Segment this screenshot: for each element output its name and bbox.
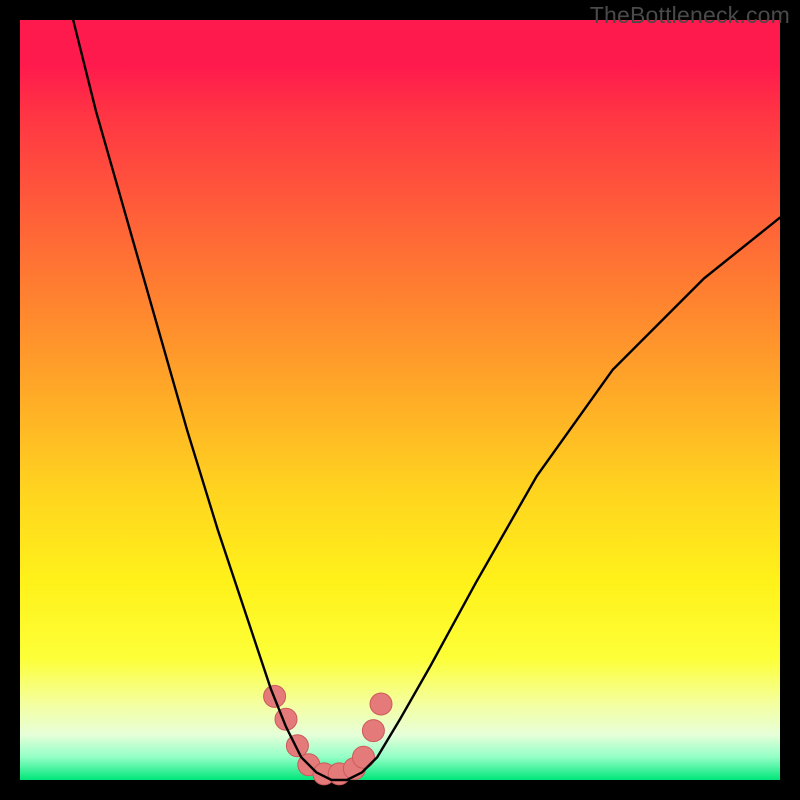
marker-point <box>286 735 308 757</box>
watermark-text: TheBottleneck.com <box>590 2 790 29</box>
marker-group <box>264 685 392 785</box>
marker-point <box>353 746 375 768</box>
marker-point <box>362 720 384 742</box>
bottleneck-curve <box>73 20 780 780</box>
marker-point <box>370 693 392 715</box>
chart-svg <box>20 20 780 780</box>
